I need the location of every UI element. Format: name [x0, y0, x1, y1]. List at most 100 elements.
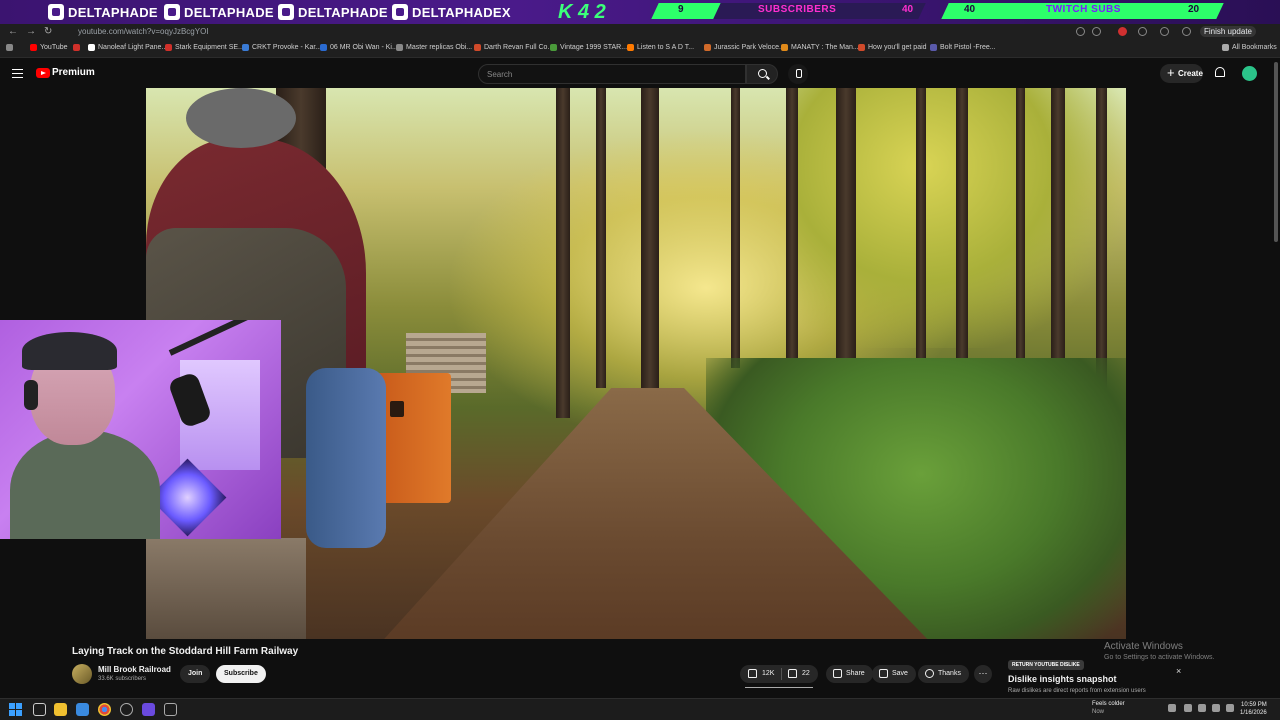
reload-icon[interactable]: ↻	[44, 26, 52, 37]
tree-trunk	[956, 88, 968, 388]
app-icon[interactable]	[142, 703, 155, 716]
bookmark-favicon	[320, 44, 327, 51]
tree-trunk	[1051, 88, 1065, 378]
bookmark-item[interactable]: How you'll get paid	[858, 44, 927, 51]
task-view-icon[interactable]	[33, 703, 46, 716]
bookmark-item[interactable]: MANATY : The Man...	[781, 44, 859, 51]
dislike-count[interactable]: 22	[802, 670, 810, 677]
webcam-person	[10, 430, 160, 539]
settings-icon[interactable]	[120, 703, 133, 716]
activate-windows-subtitle: Go to Settings to activate Windows.	[1104, 654, 1215, 661]
youtube-header: Premium Search Create	[0, 59, 1280, 89]
bookmark-item[interactable]: Nanoleaf Light Pane...	[88, 44, 167, 51]
tree-trunk	[556, 88, 570, 418]
like-icon[interactable]	[748, 669, 757, 678]
tray-chevron-icon[interactable]	[1168, 704, 1176, 712]
twitch-icon	[48, 4, 64, 20]
bookmark-item[interactable]: Jurassic Park Veloce...	[704, 44, 785, 51]
like-ratio-bar	[745, 687, 813, 688]
tray-app-icon[interactable]	[1184, 704, 1192, 712]
menu-icon[interactable]	[12, 69, 23, 78]
channel-avatar[interactable]	[72, 664, 92, 684]
thanks-button[interactable]: Thanks	[918, 665, 969, 683]
weather-widget[interactable]: Feels colder Now	[1092, 700, 1125, 716]
overlay-handle-youtube: DELTAPHADE	[278, 3, 388, 21]
more-actions-button[interactable]: ···	[974, 665, 992, 683]
clock-time: 10:59 PM	[1241, 702, 1267, 708]
all-bookmarks[interactable]: All Bookmarks	[1222, 44, 1277, 51]
windows-start-icon[interactable]	[9, 703, 22, 716]
join-button[interactable]: Join	[180, 665, 211, 683]
youtube-logo-icon[interactable]	[36, 68, 50, 78]
video-train	[376, 373, 451, 503]
search-icon[interactable]	[746, 64, 778, 84]
volume-icon[interactable]	[1226, 704, 1234, 712]
microphone-icon[interactable]	[788, 64, 808, 84]
share-icon	[833, 669, 842, 678]
bookmark-item[interactable]: CRKT Provoke - Kar...	[242, 44, 321, 51]
page-scrollbar[interactable]	[1274, 62, 1278, 242]
account-avatar[interactable]	[1242, 66, 1257, 81]
youtube-brand[interactable]: Premium	[52, 67, 95, 78]
windows-taskbar	[0, 698, 1280, 720]
video-title: Laying Track on the Stoddard Hill Farm R…	[72, 646, 299, 657]
twitch-goal-current: 40	[964, 4, 976, 15]
search-input[interactable]: Search	[478, 64, 746, 84]
bookmark-item[interactable]	[73, 44, 80, 51]
video-player[interactable]	[146, 88, 1126, 639]
channel-name[interactable]: Mill Brook Railroad	[98, 665, 171, 674]
file-explorer-icon[interactable]	[54, 703, 67, 716]
overlay-handle-twitch: DELTAPHADE	[48, 3, 158, 21]
bookmark-item[interactable]: Master replicas Obi...	[396, 44, 472, 51]
back-icon[interactable]: ←	[8, 26, 18, 37]
extension-red-icon[interactable]	[1118, 27, 1127, 36]
tray-app-icon-2[interactable]	[1198, 704, 1206, 712]
bookmark-item[interactable]: Stark Equipment SE...	[165, 44, 244, 51]
bookmark-favicon	[930, 44, 937, 51]
webcam-mic-arm	[168, 320, 271, 356]
notifications-bell-icon[interactable]	[1215, 67, 1225, 77]
bookmark-item[interactable]: 06 MR Obi Wan - Ki...	[320, 44, 398, 51]
bookmark-item[interactable]: Listen to S A D T...	[627, 44, 694, 51]
finish-update-button[interactable]: Finish update	[1199, 26, 1256, 37]
share-button[interactable]: Share	[826, 665, 873, 683]
tree-trunk	[836, 88, 856, 388]
save-button[interactable]: Save	[872, 665, 916, 683]
channel-subscribers: 33.6K subscribers	[98, 676, 147, 682]
network-icon[interactable]	[1212, 704, 1220, 712]
bookmark-star-icon[interactable]	[1092, 27, 1101, 36]
youtube-icon	[278, 4, 294, 20]
edge-icon[interactable]	[76, 703, 89, 716]
dislike-icon[interactable]	[788, 669, 797, 678]
forward-icon[interactable]: →	[26, 26, 36, 37]
like-divider	[781, 668, 782, 680]
instagram-icon	[164, 4, 180, 20]
system-clock[interactable]: 10:59 PM 1/16/2026	[1240, 701, 1267, 717]
like-count[interactable]: 12K	[762, 670, 774, 677]
bookmarks-bar: YouTube Nanoleaf Light Pane... Stark Equ…	[0, 41, 1280, 58]
app-icon-2[interactable]	[164, 703, 177, 716]
extension-icon-2[interactable]	[1138, 27, 1147, 36]
create-button[interactable]: Create	[1160, 64, 1203, 83]
chrome-icon[interactable]	[98, 703, 111, 716]
url-field[interactable]: youtube.com/watch?v=oqyJzBcgYOI	[78, 27, 209, 36]
bookmark-item[interactable]: Vintage 1999 STAR...	[550, 44, 627, 51]
extension-icon-4[interactable]	[1182, 27, 1191, 36]
twitter-icon	[392, 4, 408, 20]
extension-icon-3[interactable]	[1160, 27, 1169, 36]
dislike-extension-tag: RETURN YOUTUBE DISLIKE	[1008, 660, 1084, 670]
bookmark-item[interactable]: Bolt Pistol -Free...	[930, 44, 996, 51]
sub-goal-target: 40	[902, 4, 914, 15]
subscribe-button[interactable]: Subscribe	[216, 665, 266, 683]
apps-icon[interactable]	[6, 44, 13, 51]
dislike-panel-subtitle: Raw dislikes are direct reports from ext…	[1008, 688, 1146, 694]
tree-trunk	[786, 88, 798, 378]
activate-windows-title: Activate Windows	[1104, 641, 1183, 652]
bookmark-item[interactable]: Darth Revan Full Co...	[474, 44, 553, 51]
close-icon[interactable]: ×	[1176, 666, 1181, 676]
sub-goal-current: 9	[678, 4, 684, 15]
extension-icon[interactable]	[1076, 27, 1085, 36]
bookmark-favicon	[704, 44, 711, 51]
overlay-counter: K 4 2	[558, 1, 606, 23]
bookmark-item[interactable]: YouTube	[30, 44, 68, 51]
